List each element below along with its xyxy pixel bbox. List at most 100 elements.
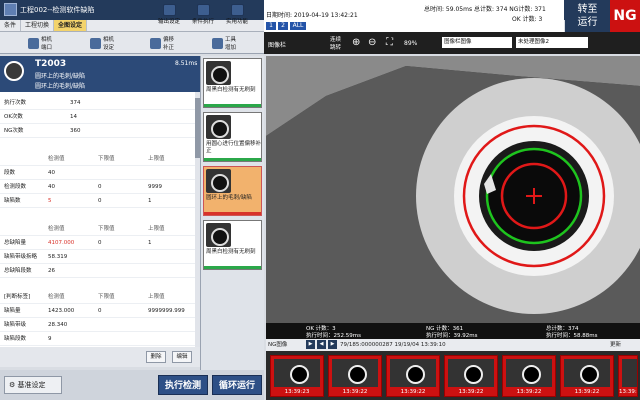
condition-icon (196, 4, 210, 16)
table-row: 缺陷带级 28.340 (0, 318, 195, 332)
table-header-row: 检测值 下限值 上限值 (0, 152, 195, 166)
utility-button[interactable]: 实用功能 (226, 4, 248, 25)
parameter-table: 执行次数 374 OK次数 14 NG次数 360 检测值 下限值 上限值 段数 40 检测… (0, 92, 200, 347)
total-time: 总时间: 59.05ms (424, 6, 473, 13)
table-header-row: [判断标签] 检测值 下限值 上限值 (0, 290, 195, 304)
fit-icon[interactable]: ⛶ (386, 37, 393, 48)
utility-icon (230, 4, 244, 16)
edit-button-row: 删除 编辑 (0, 347, 200, 367)
table-row: 检测段数 40 0 9999 (0, 180, 195, 194)
item-thumbnail (206, 169, 231, 193)
ng-image-label: NG图像 (268, 342, 288, 348)
ng-image-path: 79/185:000000287 19/19/04 13:39:10 (340, 342, 446, 348)
refresh-button[interactable]: 更新 (610, 339, 621, 351)
status-badge: NG (610, 0, 640, 32)
edit-button[interactable]: 编辑 (172, 351, 192, 363)
baseline-settings-button[interactable]: ⚙ 基准设定 (4, 376, 62, 394)
camera-port-button[interactable]: 相机 端口 (28, 35, 52, 51)
offset-correction-button[interactable]: 偏移 补正 (150, 35, 174, 51)
task-name-2: 圆环上的毛刺/缺陷 (35, 83, 86, 90)
bottom-bar: ⚙ 基准设定 执行检测 循环运行 (0, 370, 264, 400)
output-icon (162, 4, 176, 16)
ng-image-bar: NG图像 ▶ ◀ ▶ 79/185:000000287 19/19/04 13:… (266, 339, 640, 351)
table-row: 执行次数 374 (0, 96, 195, 110)
stats-panel: 日期时间: 2019-04-19 13:42:21 总时间: 59.05ms 总… (264, 0, 564, 32)
table-row: 缺陷数 5 0 1 (0, 194, 195, 208)
list-item[interactable]: 周黑白检测有无刷刻 (203, 58, 262, 108)
loop-run-button[interactable]: 循环运行 (212, 375, 262, 395)
table-row: 缺陷段数 9 (0, 332, 195, 346)
item-status-bar (204, 158, 261, 161)
continuous-jump[interactable]: 连续 跳转 (330, 35, 341, 51)
ng-thumbnail-strip: 13:39:23 13:39:22 13:39:22 13:39:22 13:3… (266, 351, 640, 400)
execute-inspection-button[interactable]: 执行检测 (158, 375, 208, 395)
menu-condition[interactable]: 条件 (0, 20, 22, 31)
ng-thumbnail[interactable]: 13:39:22 (502, 355, 556, 397)
zoom-level: 89% (404, 40, 418, 47)
output-settings-button[interactable]: 输出设定 (158, 4, 180, 25)
camera-image (266, 56, 640, 323)
result-info: OK 计数：3 执行时间：252.59ms NG 计数：361 执行时间：39.… (266, 323, 640, 339)
table-row: 缺陷量 1423.000 0 9999999.999 (0, 304, 195, 318)
app-icon (4, 3, 17, 16)
item-status-bar (204, 212, 261, 215)
tool-icon (212, 37, 223, 49)
list-item[interactable]: 用圆心进行位置偏移补正 (203, 112, 262, 162)
run-mode-line2: 运行 (577, 17, 598, 28)
table-row: 段数 40 (0, 166, 195, 180)
ng-thumbnail[interactable]: 13:39:22 (328, 355, 382, 397)
ng-thumbnail[interactable]: 13:39:22 (560, 355, 614, 397)
task-header: T2003 8.51ms 圆环上的毛刺/缺陷 圆环上的毛刺/缺陷 (0, 56, 200, 92)
task-time: 8.51ms (175, 60, 198, 67)
next-icon[interactable]: ▶ (328, 340, 337, 349)
list-item[interactable]: 周黑白检测有无刷刻 (203, 220, 262, 270)
item-status-bar (204, 104, 261, 107)
item-thumbnail (206, 115, 231, 139)
condition-exec-button[interactable]: 条件执行 (192, 4, 214, 25)
run-mode-button[interactable]: 转至 运行 (565, 0, 610, 32)
add-tool-button[interactable]: 工具 增加 (212, 35, 236, 51)
item-thumbnail (206, 61, 231, 85)
tab-2[interactable]: 2 (278, 22, 288, 30)
item-thumbnail (206, 223, 231, 247)
gear-icon: ⚙ (9, 381, 18, 389)
menu-project-switch[interactable]: 工程切换 (21, 20, 55, 31)
table-row: 总缺陷量 4107.000 0 1 (0, 236, 195, 250)
tab-all[interactable]: ALL (290, 22, 306, 30)
sub-toolbar: 相机 端口 相机 设定 偏移 补正 工具 增加 (0, 32, 264, 54)
processed-image-select[interactable]: 未处理图像2 (516, 37, 588, 48)
ok-count: OK 计数: 3 (512, 16, 543, 23)
play-icon[interactable]: ▶ (306, 340, 315, 349)
ng-thumbnail[interactable]: 13:39:22 (618, 355, 638, 397)
ng-thumbnail[interactable]: 13:39:23 (270, 355, 324, 397)
inspection-image[interactable] (266, 56, 640, 323)
task-name-1: 圆环上的毛刺/缺陷 (35, 73, 86, 80)
offset-icon (150, 37, 161, 49)
table-header-row: 检测值 下限值 上限值 (0, 222, 195, 236)
ng-thumbnail[interactable]: 13:39:22 (386, 355, 440, 397)
delete-button[interactable]: 删除 (146, 351, 166, 363)
table-row: 缺陷带级拆略 58.319 (0, 250, 195, 264)
item-status-bar (204, 266, 261, 269)
run-mode-line1: 转至 (577, 4, 598, 15)
image-toolbar: 图像栏 连续 跳转 ⊕ ⊖ ⛶ 89% 图像栏图像 未处理图像2 (264, 32, 640, 54)
total-count: 总计数: 374 NG计数: 371 (474, 6, 546, 13)
menu-bar: 条件 工程切换 全图设定 (0, 20, 264, 32)
window-title: 工程002--检测软件缺陷 (20, 6, 95, 14)
image-bar-label[interactable]: 图像栏 (268, 40, 286, 49)
task-id: T2003 (35, 59, 67, 69)
camera-settings-icon (90, 37, 101, 49)
task-list: 周黑白检测有无刷刻 用圆心进行位置偏移补正 圆环上的毛刺/缺陷 周黑白检测有无刷… (200, 56, 264, 370)
tab-1[interactable]: 1 (266, 22, 276, 30)
table-row: OK次数 14 (0, 110, 195, 124)
image-select[interactable]: 图像栏图像 (442, 37, 512, 48)
zoom-out-icon[interactable]: ⊖ (368, 37, 376, 48)
datetime: 日期时间: 2019-04-19 13:42:21 (266, 12, 358, 19)
camera-settings-button[interactable]: 相机 设定 (90, 35, 114, 51)
ng-thumbnail[interactable]: 13:39:22 (444, 355, 498, 397)
zoom-in-icon[interactable]: ⊕ (352, 37, 360, 48)
list-item-selected[interactable]: 圆环上的毛刺/缺陷 (203, 166, 262, 216)
camera-icon (28, 37, 39, 49)
menu-global-settings[interactable]: 全图设定 (54, 20, 88, 31)
prev-icon[interactable]: ◀ (317, 340, 326, 349)
